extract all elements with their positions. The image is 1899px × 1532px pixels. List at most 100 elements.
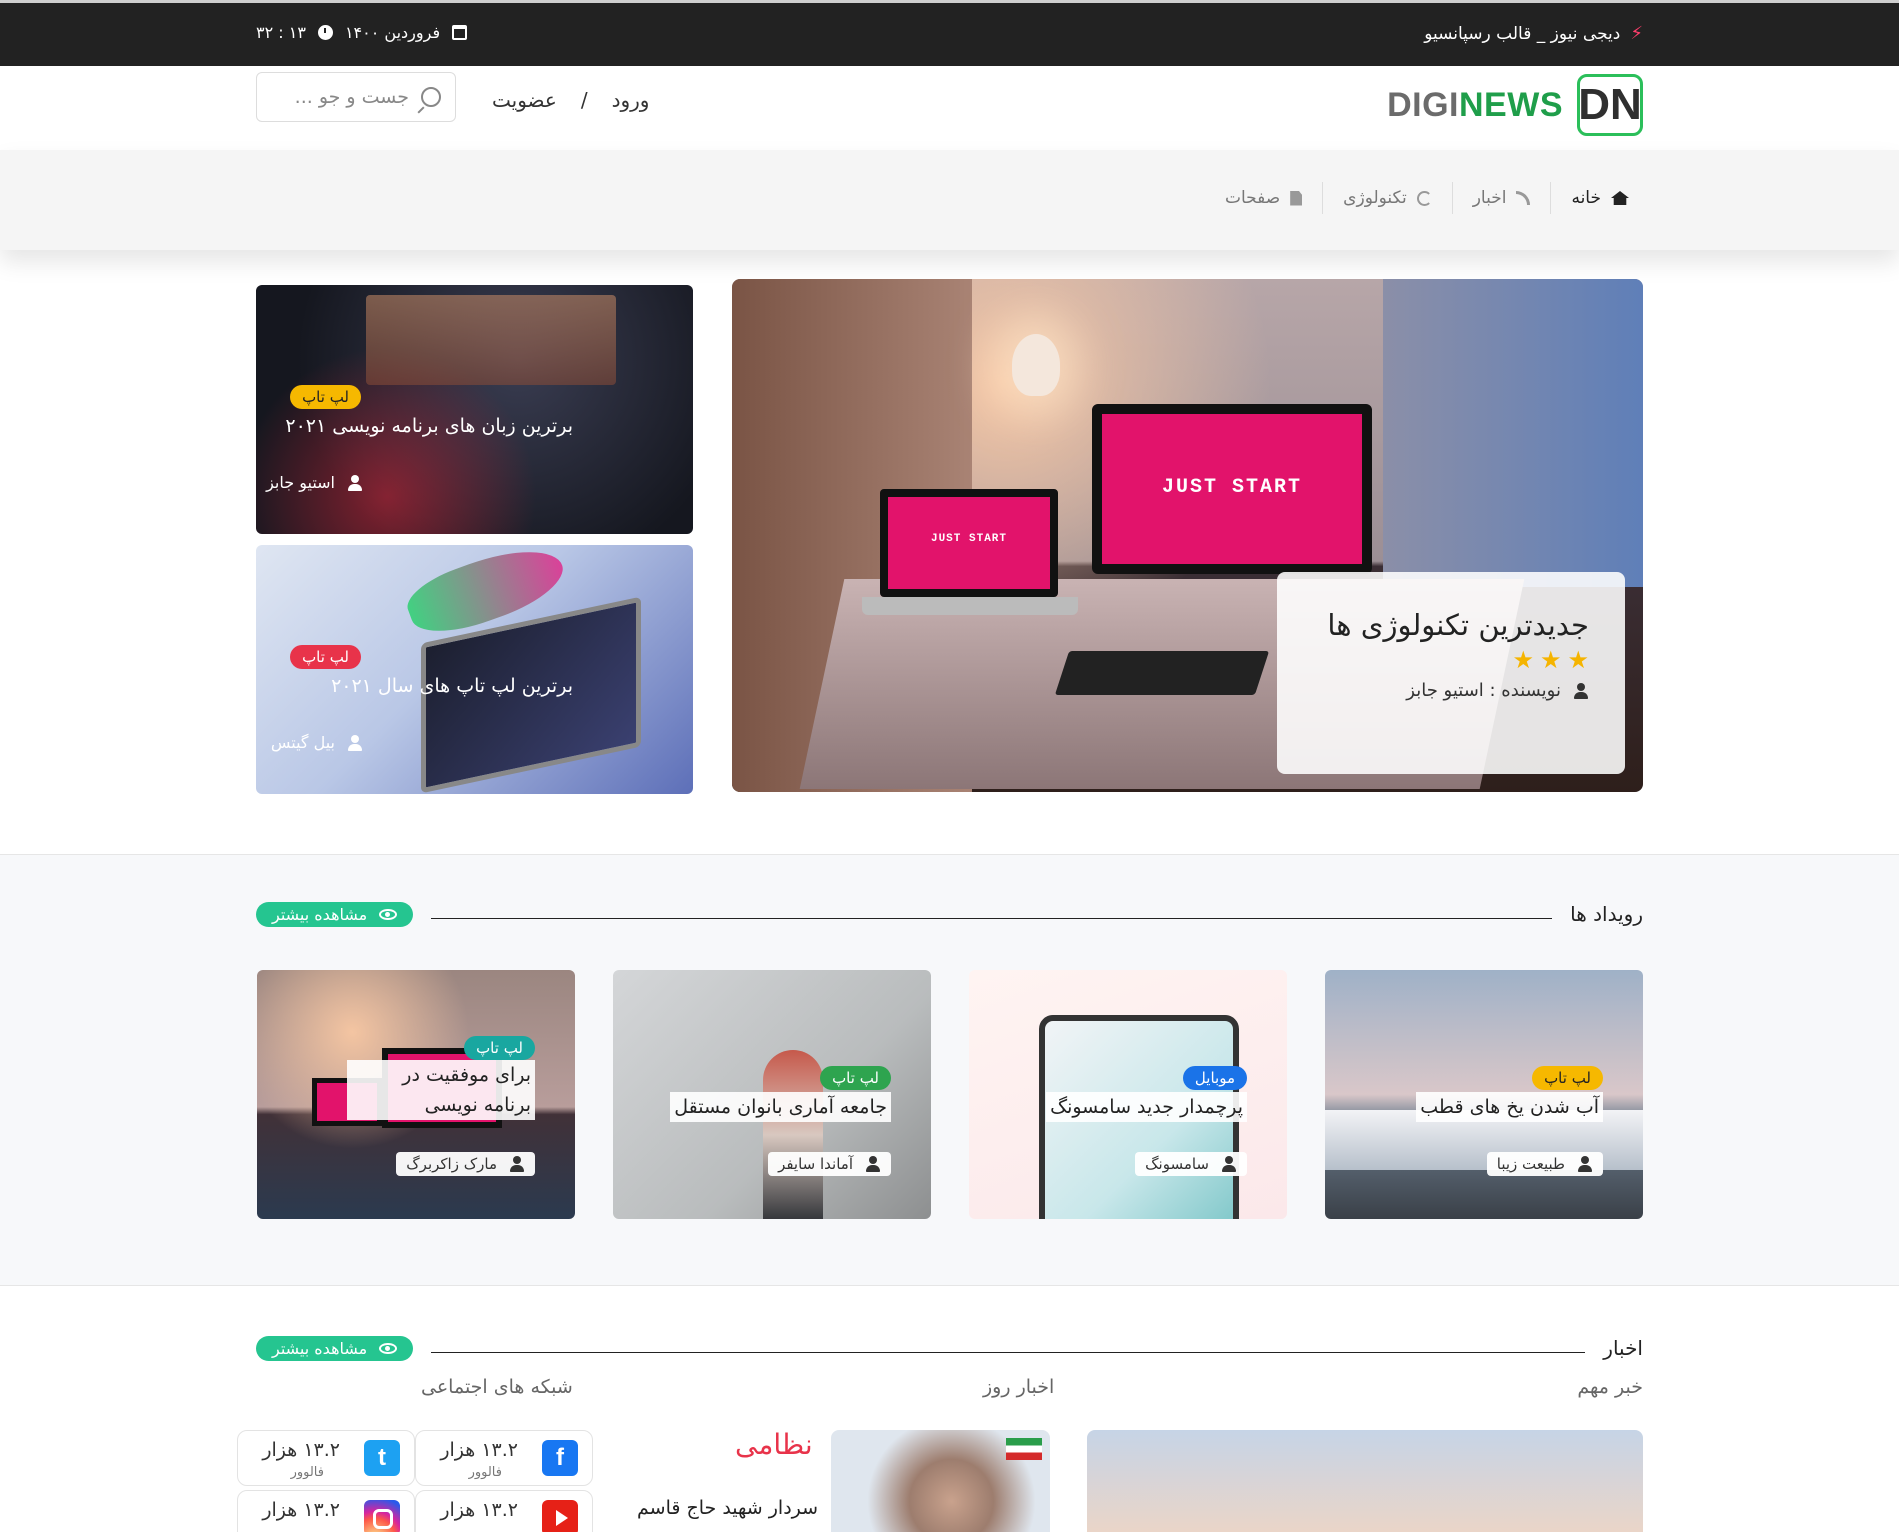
- user-icon: [509, 1156, 525, 1172]
- eye-icon: [379, 1342, 398, 1354]
- daily-news-title[interactable]: سردار شهید حاج قاسم: [637, 1497, 818, 1519]
- lamp-image: [1012, 334, 1060, 396]
- search-icon[interactable]: [421, 87, 441, 107]
- nav-item-pages[interactable]: صفحات: [1205, 182, 1322, 214]
- eye-icon: [379, 908, 398, 920]
- current-date: فروردین ۱۴۰۰: [344, 23, 441, 42]
- rss-icon: [1516, 191, 1531, 205]
- register-link[interactable]: عضویت: [492, 88, 557, 112]
- clock-icon: [317, 25, 333, 40]
- instagram-icon: [364, 1500, 400, 1532]
- event-card[interactable]: لپ تاپ جامعه آماری بانوان مستقل آماندا س…: [613, 970, 931, 1219]
- daily-news-image[interactable]: [831, 1430, 1050, 1532]
- nav-item-home[interactable]: خانه: [1550, 182, 1649, 214]
- star-icon: ★: [1567, 646, 1589, 674]
- site-logo[interactable]: DIGINEWS DN: [1387, 74, 1643, 136]
- side-post-card[interactable]: لپ تاپ برترین زبان های برنامه نویسی ۲۰۲۱…: [256, 285, 693, 534]
- event-title[interactable]: برای موفقیت در برنامه نویسی: [347, 1060, 535, 1120]
- category-badge[interactable]: لپ تاپ: [1532, 1066, 1603, 1090]
- daily-news-category[interactable]: نظامی: [735, 1428, 813, 1461]
- news-header: اخبار مشاهده بیشتر: [256, 1333, 1643, 1363]
- logo-mark: DN: [1577, 74, 1643, 136]
- event-card[interactable]: لپ تاپ آب شدن یخ های قطب طبیعت زیبا: [1325, 970, 1643, 1219]
- top-bar: ⚡ دیجی نیوز _ قالب رسپانسیو فروردین ۱۴۰۰…: [0, 0, 1899, 66]
- spinner-icon: [1416, 190, 1432, 206]
- nav-item-label: خانه: [1571, 188, 1601, 208]
- event-title[interactable]: جامعه آماری بانوان مستقل: [670, 1092, 891, 1122]
- daily-news-label: اخبار روز: [983, 1376, 1055, 1398]
- important-news-label: خبر مهم: [1577, 1376, 1643, 1398]
- star-rating: ★ ★ ★: [1297, 648, 1589, 672]
- category-badge[interactable]: لپ تاپ: [464, 1036, 535, 1060]
- view-more-button[interactable]: مشاهده بیشتر: [256, 901, 414, 927]
- facebook-icon: f: [542, 1440, 578, 1476]
- flag-image: [1006, 1438, 1042, 1460]
- auth-links: ورود / عضویت: [492, 88, 649, 112]
- social-networks-label: شبکه های اجتماعی: [421, 1376, 573, 1398]
- star-icon: ★: [1539, 646, 1562, 674]
- important-news-image[interactable]: [1087, 1430, 1643, 1532]
- date-time: فروردین ۱۴۰۰ ۱۳ : ۳۲: [256, 23, 468, 42]
- event-author: سامسونگ: [1135, 1152, 1247, 1176]
- nav-item-label: صفحات: [1224, 188, 1281, 208]
- keyboard-image: [1054, 651, 1270, 695]
- current-time: ۱۳ : ۳۲: [256, 23, 306, 42]
- hero-caption: جدیدترین تکنولوژی ها ★ ★ ★ نویسنده : استیو…: [1277, 572, 1625, 774]
- category-badge[interactable]: لپ تاپ: [820, 1066, 891, 1090]
- user-icon: [347, 474, 363, 491]
- user-icon: [1577, 1156, 1593, 1172]
- star-icon: ★: [1512, 646, 1534, 674]
- social-twitter[interactable]: t ۱۳.۲ هزار فالوور: [237, 1430, 415, 1486]
- event-card[interactable]: موبایل پرچمدار جدید سامسونگ سامسونگ: [969, 970, 1287, 1219]
- nav-item-label: تکنولوژی: [1343, 188, 1407, 208]
- event-author: آماندا سایفر: [768, 1152, 891, 1176]
- search-input[interactable]: جست و جو ...: [295, 86, 409, 108]
- section-title: رویداد ها: [1570, 902, 1643, 926]
- post-author: بیل گیتس: [271, 733, 363, 752]
- post-title[interactable]: برترین زبان های برنامه نویسی ۲۰۲۱: [285, 415, 573, 437]
- auth-separator: /: [580, 88, 588, 112]
- social-youtube[interactable]: ۱۳.۲ هزار: [415, 1490, 593, 1532]
- social-instagram[interactable]: ۱۳.۲ هزار: [237, 1490, 415, 1532]
- category-badge[interactable]: موبایل: [1182, 1066, 1247, 1090]
- calendar-icon: [452, 25, 468, 40]
- side-post-card[interactable]: لپ تاپ برترین لپ تاپ های سال ۲۰۲۱ بیل گی…: [256, 545, 693, 794]
- twitter-icon: t: [364, 1440, 400, 1476]
- post-author: استیو جابز: [266, 473, 363, 492]
- nav-item-label: اخبار: [1472, 188, 1507, 208]
- logo-wordmark: DIGINEWS: [1387, 85, 1563, 124]
- bolt-icon: ⚡: [1630, 23, 1643, 44]
- user-icon: [1573, 682, 1589, 699]
- category-badge[interactable]: لپ تاپ: [290, 645, 361, 669]
- nav-item-technology[interactable]: تکنولوژی: [1322, 182, 1452, 214]
- view-more-button[interactable]: مشاهده بیشتر: [256, 1335, 414, 1361]
- event-card[interactable]: لپ تاپ برای موفقیت در برنامه نویسی مارک …: [257, 970, 575, 1219]
- hero-featured-post[interactable]: JUST START JUST START جدیدترین تکنولوژی …: [732, 279, 1643, 792]
- section-divider: [431, 1351, 1586, 1353]
- events-section: رویداد ها مشاهده بیشتر لپ تاپ آب شدن یخ …: [0, 854, 1899, 1286]
- event-author: طبیعت زیبا: [1486, 1152, 1603, 1176]
- category-badge[interactable]: لپ تاپ: [290, 385, 361, 409]
- youtube-icon: [542, 1500, 578, 1532]
- event-title[interactable]: آب شدن یخ های قطب: [1416, 1092, 1603, 1122]
- monitor-image: JUST START: [1092, 404, 1372, 574]
- user-icon: [1221, 1156, 1237, 1172]
- site-tagline-row: ⚡ دیجی نیوز _ قالب رسپانسیو: [1424, 23, 1643, 44]
- login-link[interactable]: ورود: [612, 88, 650, 112]
- section-divider: [431, 917, 1553, 919]
- laptop-image: JUST START: [880, 489, 1058, 597]
- site-tagline: دیجی نیوز _ قالب رسپانسیو: [1424, 23, 1621, 44]
- post-title[interactable]: برترین لپ تاپ های سال ۲۰۲۱: [331, 675, 573, 697]
- search-box[interactable]: جست و جو ...: [256, 72, 456, 122]
- user-icon: [347, 734, 363, 751]
- hero-author: نویسنده : استیو جابز: [1297, 680, 1589, 701]
- user-icon: [865, 1156, 881, 1172]
- social-facebook[interactable]: f ۱۳.۲ هزار فالوور: [415, 1430, 593, 1486]
- home-icon: [1611, 191, 1629, 205]
- section-title: اخبار: [1603, 1336, 1643, 1360]
- events-header: رویداد ها مشاهده بیشتر: [256, 899, 1643, 929]
- file-icon: [1290, 190, 1303, 206]
- hero-title[interactable]: جدیدترین تکنولوژی ها: [1297, 608, 1589, 642]
- nav-item-news[interactable]: اخبار: [1451, 182, 1551, 214]
- event-title[interactable]: پرچمدار جدید سامسونگ: [1046, 1092, 1247, 1122]
